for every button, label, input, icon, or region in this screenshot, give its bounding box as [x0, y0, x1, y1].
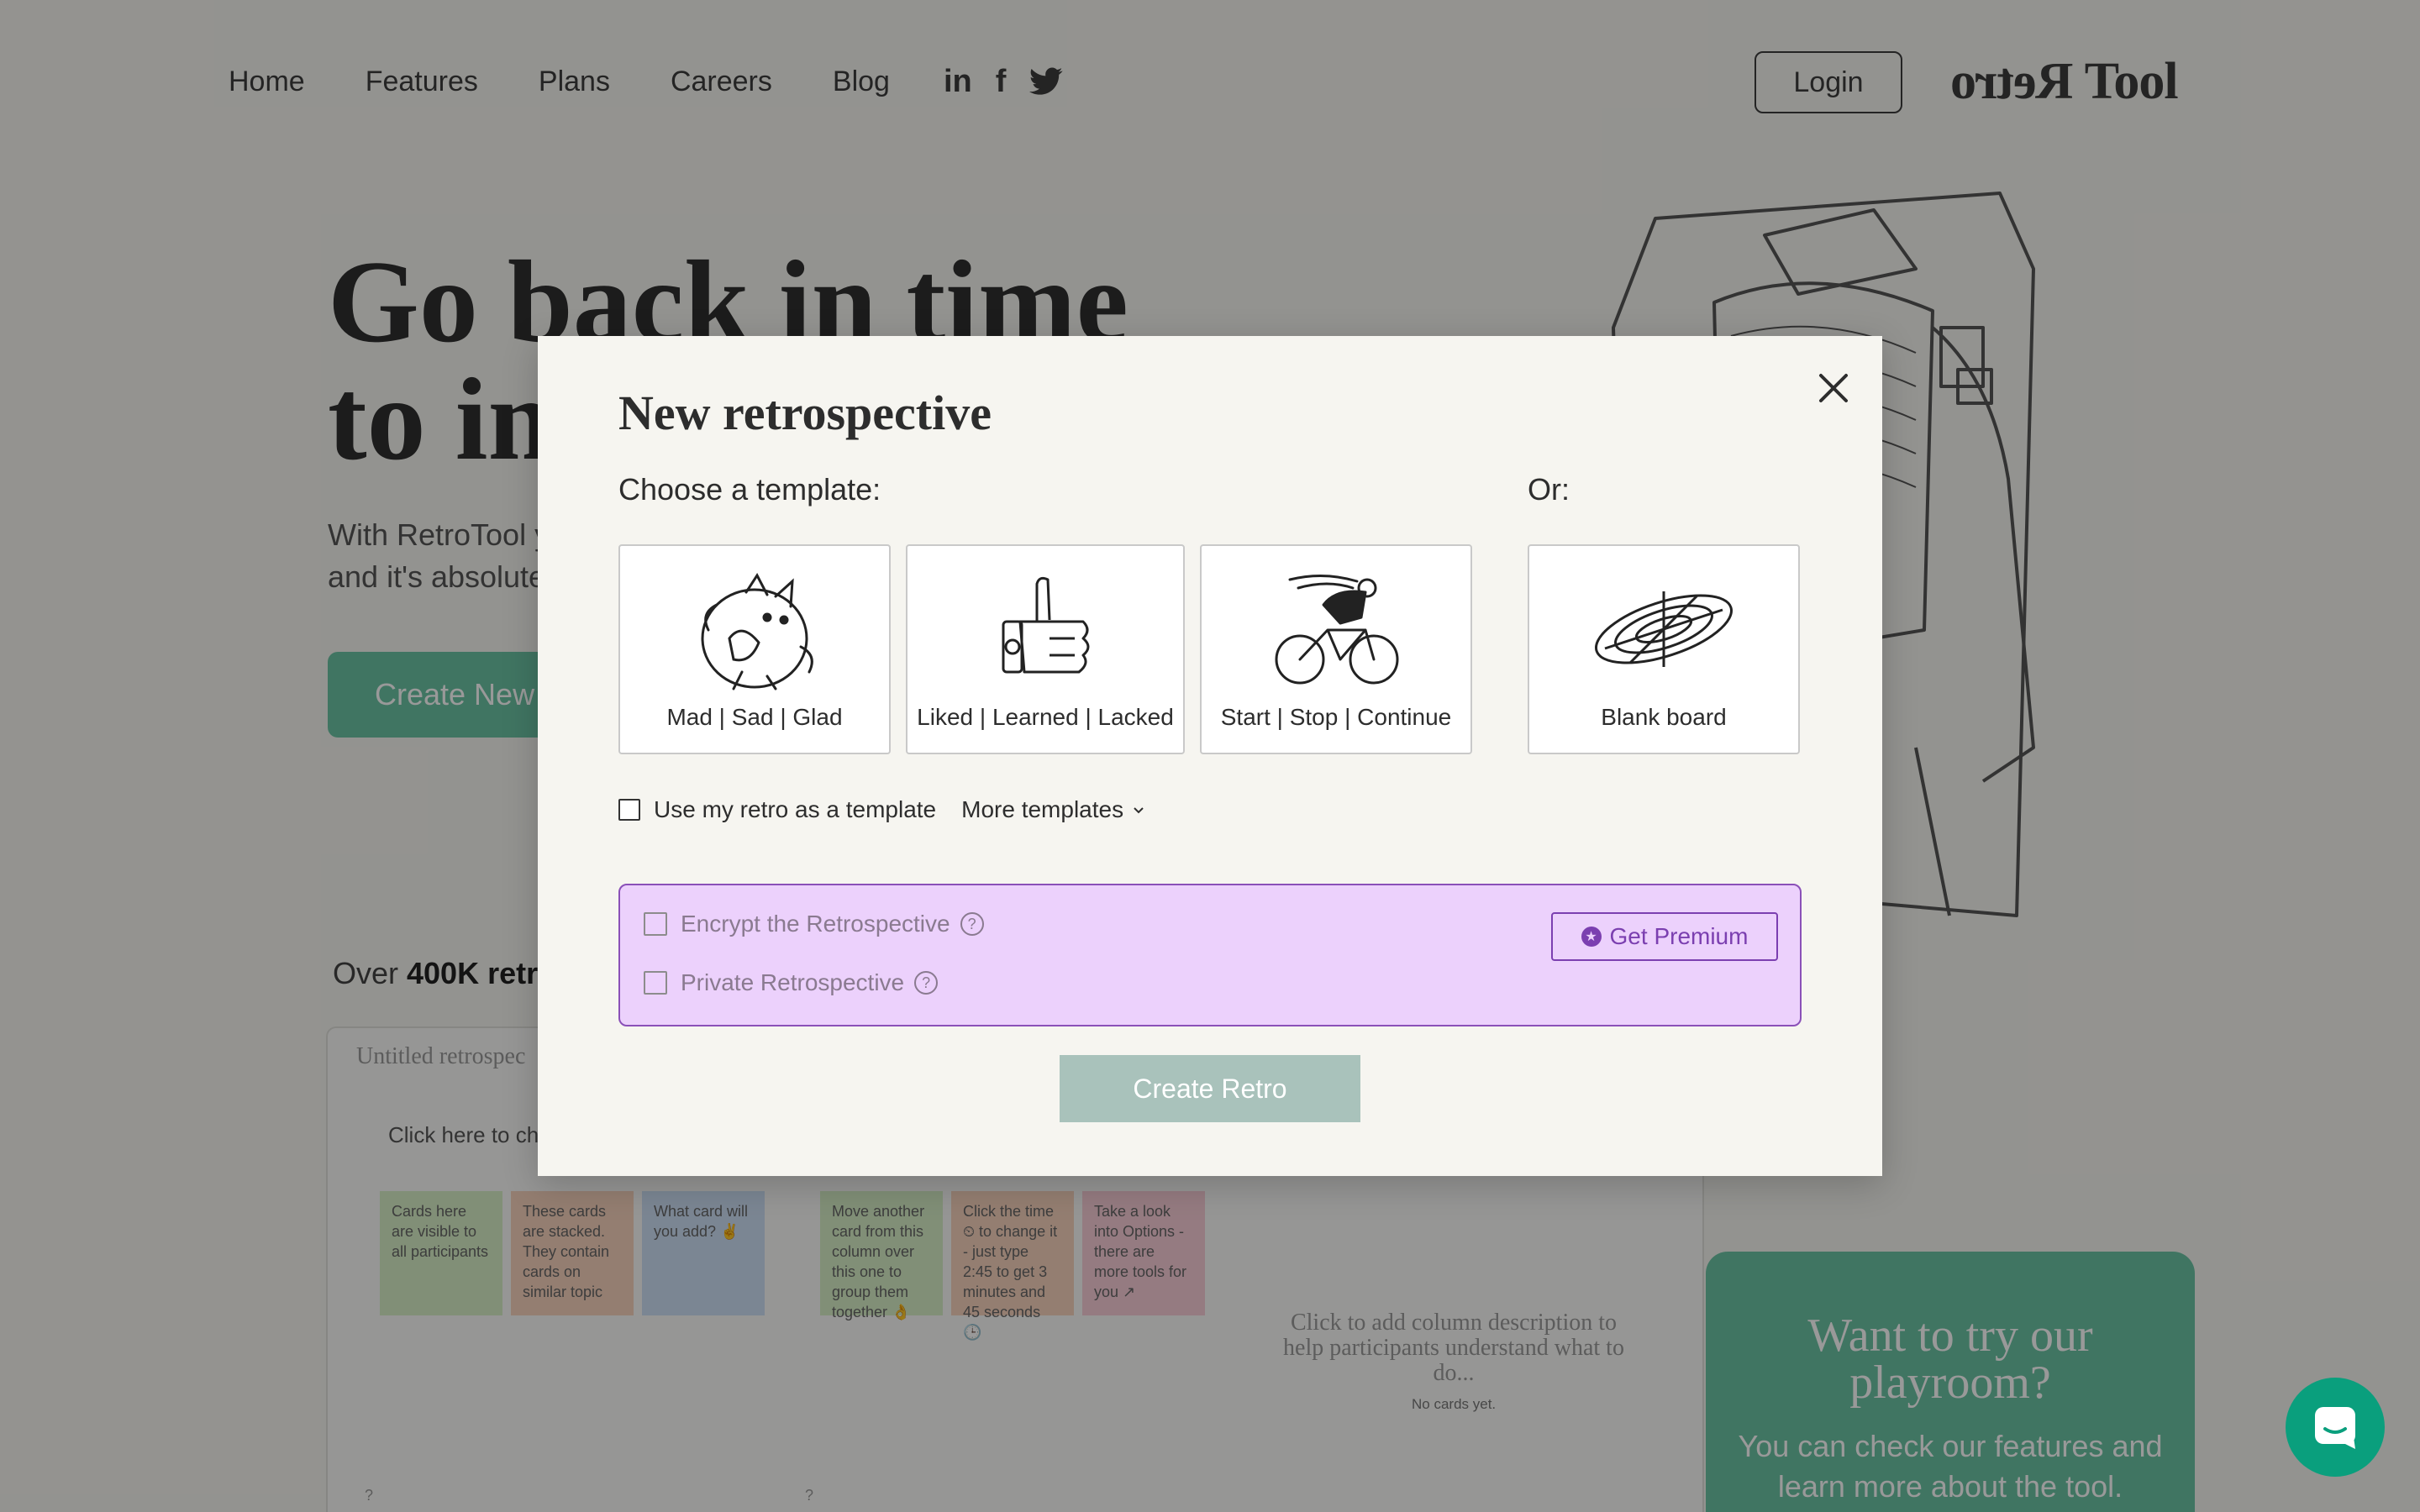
close-icon	[1819, 374, 1848, 402]
premium-options-panel: Encrypt the Retrospective ? Private Retr…	[618, 884, 1802, 1026]
private-checkbox[interactable]	[644, 971, 667, 995]
template-start-stop-continue[interactable]: Start | Stop | Continue	[1200, 544, 1472, 754]
cat-icon	[701, 573, 813, 690]
chevron-down-icon	[1134, 807, 1144, 814]
template-label: Mad | Sad | Glad	[666, 704, 843, 730]
template-options-row: Use my retro as a template More template…	[618, 796, 1145, 823]
cyclist-icon	[1275, 575, 1399, 685]
choose-template-label: Choose a template:	[618, 472, 881, 507]
get-premium-button[interactable]: ★ Get Premium	[1551, 912, 1778, 961]
encrypt-option: Encrypt the Retrospective ?	[644, 911, 984, 937]
use-as-template-checkbox[interactable]	[618, 799, 640, 821]
template-liked-learned-lacked[interactable]: Liked | Learned | Lacked	[906, 544, 1185, 754]
get-premium-label: Get Premium	[1609, 923, 1749, 949]
close-button[interactable]	[1807, 361, 1860, 415]
modal-title: New retrospective	[618, 386, 992, 440]
chat-icon	[2315, 1407, 2355, 1449]
template-label: Liked | Learned | Lacked	[917, 704, 1174, 730]
chat-launcher-button[interactable]	[2286, 1378, 2385, 1477]
use-as-template-label[interactable]: Use my retro as a template	[654, 796, 936, 823]
or-label: Or:	[1528, 472, 1570, 507]
private-option: Private Retrospective ?	[644, 969, 939, 996]
template-mad-sad-glad[interactable]: Mad | Sad | Glad	[618, 544, 891, 754]
record-disc-icon	[1595, 591, 1733, 667]
star-icon: ★	[1581, 927, 1602, 947]
template-label: Blank board	[1601, 704, 1727, 730]
template-label: Start | Stop | Continue	[1220, 704, 1452, 730]
private-label[interactable]: Private Retrospective	[681, 969, 904, 996]
template-blank-board[interactable]: Blank board	[1528, 544, 1800, 754]
thumbs-up-icon	[1002, 576, 1090, 674]
help-icon[interactable]: ?	[960, 912, 984, 936]
create-retro-button[interactable]: Create Retro	[1060, 1055, 1360, 1122]
encrypt-label[interactable]: Encrypt the Retrospective	[681, 911, 950, 937]
more-templates-dropdown[interactable]: More templates	[961, 796, 1145, 823]
new-retro-modal: New retrospective Choose a template: Or:…	[538, 336, 1882, 1176]
help-icon[interactable]: ?	[914, 971, 939, 995]
encrypt-checkbox[interactable]	[644, 912, 667, 936]
more-templates-label: More templates	[961, 796, 1124, 822]
